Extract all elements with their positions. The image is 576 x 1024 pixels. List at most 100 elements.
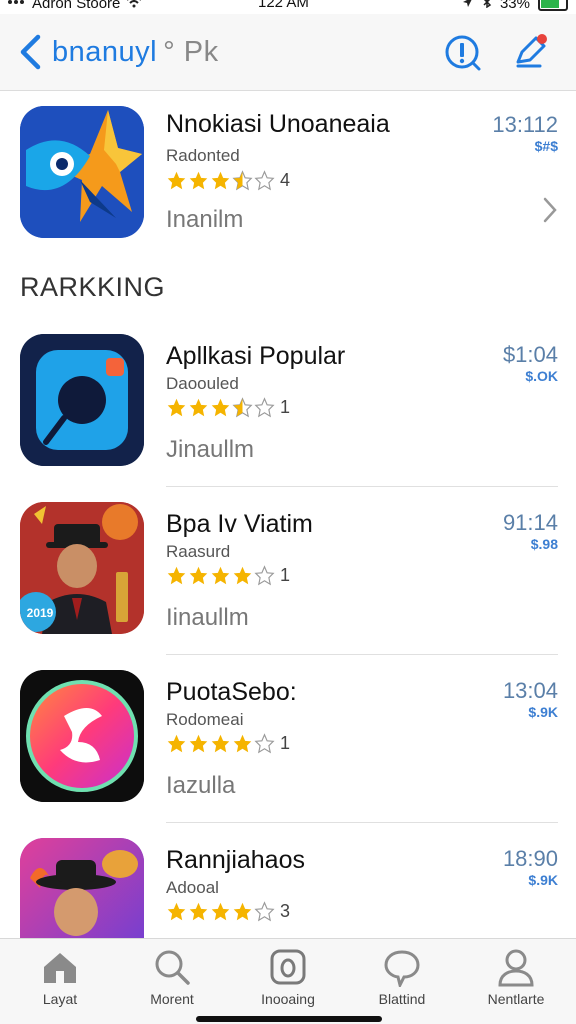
star-half-icon: [232, 396, 253, 417]
star-half-icon: [232, 169, 253, 190]
signal-icon: [8, 0, 26, 11]
featured-size: $#$: [534, 138, 558, 154]
back-chevron-icon[interactable]: [18, 34, 44, 70]
camera-icon: [270, 949, 306, 985]
row-divider: [166, 486, 558, 487]
list-item[interactable]: 2019 Bpa Iv Viatim Raasurd 1 Iinaullm 91…: [0, 498, 576, 666]
app-price: 13:04: [502, 678, 558, 703]
app-rating-count: 1: [280, 396, 291, 417]
star-full-icon: [233, 566, 252, 584]
star-full-icon: [211, 734, 230, 752]
icon-badge-year: 2019: [26, 606, 54, 620]
app-rating-stars: 3: [166, 899, 290, 923]
featured-app-row[interactable]: Nnokiasi Unoaneaia Radonted 4 Inanilm 13…: [0, 92, 576, 252]
app-icon-camera-pin[interactable]: [20, 334, 144, 466]
app-price: $1:04: [502, 342, 558, 367]
person-icon: [498, 949, 534, 987]
app-rating-count: 1: [280, 564, 291, 585]
app-subtitle: Adooal: [166, 878, 219, 897]
tab-label: Blattind: [378, 991, 426, 1007]
section-title: RARKKING: [20, 272, 166, 302]
row-divider: [166, 822, 558, 823]
star-full-icon: [167, 902, 186, 920]
tab-label: Layat: [42, 991, 78, 1007]
app-icon-man-portrait[interactable]: 2019: [20, 502, 144, 634]
star-full-icon: [167, 734, 186, 752]
carrier-label: Adron Stoore: [32, 0, 121, 12]
wifi-icon: [126, 0, 142, 11]
featured-app-name: Nnokiasi Unoaneaia: [166, 110, 390, 138]
tab-bar: Layat Morent Inooaing Blattind Nentlarte: [0, 938, 576, 1024]
tab-nentlarte[interactable]: Nentlarte: [466, 947, 566, 1019]
tab-label: Nentlarte: [487, 991, 545, 1007]
app-icon-star-bird[interactable]: [20, 106, 144, 238]
app-subtitle: Raasurd: [166, 542, 231, 561]
app-icon-gradient-circle[interactable]: [20, 670, 144, 802]
app-size: $.9K: [528, 704, 558, 720]
star-full-icon: [211, 171, 230, 189]
compose-icon[interactable]: [510, 32, 550, 72]
star-full-icon: [233, 902, 252, 920]
featured-install-button[interactable]: Inanilm: [166, 206, 243, 234]
list-item[interactable]: Apllkasi Popular Daoouled 1 Jinaullm $1:…: [0, 330, 576, 498]
row-divider: [166, 654, 558, 655]
tab-layat[interactable]: Layat: [10, 947, 110, 1019]
navigation-bar: bnanuyl ° Pk: [0, 14, 576, 91]
home-indicator[interactable]: [196, 1016, 382, 1022]
install-button[interactable]: Iazulla: [166, 772, 235, 800]
page-title: bnanuyl ° Pk: [52, 36, 219, 69]
search-icon: [155, 950, 190, 985]
app-name: Apllkasi Popular: [166, 342, 346, 370]
bluetooth-icon: [482, 0, 492, 11]
app-rating-count: 1: [280, 732, 291, 753]
star-empty-icon: [254, 169, 275, 190]
star-empty-icon: [254, 564, 275, 585]
app-subtitle: Daoouled: [166, 374, 239, 393]
star-empty-icon: [254, 732, 275, 753]
page-title-suffix: ° Pk: [163, 36, 219, 68]
chat-bubble-icon: [384, 950, 420, 987]
tab-label: Morent: [150, 991, 194, 1007]
star-full-icon: [167, 171, 186, 189]
app-price: 18:90: [502, 846, 558, 871]
app-price: 91:14: [502, 510, 558, 535]
page-title-text: bnanuyl: [52, 36, 158, 68]
chevron-right-icon[interactable]: [542, 196, 558, 224]
featured-rating-stars: 4: [166, 168, 290, 192]
featured-app-subtitle: Radonted: [166, 146, 240, 165]
list-item[interactable]: PuotaSebo: Rodomeai 1 Iazulla 13:04 $.9K: [0, 666, 576, 834]
app-size: $.OK: [525, 368, 558, 384]
tab-inooaing[interactable]: Inooaing: [238, 947, 338, 1019]
app-rating-count: 3: [280, 900, 291, 921]
tab-morent[interactable]: Morent: [122, 947, 222, 1019]
app-name: PuotaSebo:: [166, 678, 297, 706]
battery-percent: 33%: [499, 0, 530, 12]
star-full-icon: [189, 398, 208, 416]
app-name: Bpa Iv Viatim: [166, 510, 313, 538]
tab-label: Inooaing: [261, 991, 315, 1007]
app-name: Rannjiahaos: [166, 846, 305, 874]
battery-icon: [538, 0, 568, 11]
status-bar: Adron Stoore 122 AM 33%: [0, 0, 576, 14]
tab-blattind[interactable]: Blattind: [352, 947, 452, 1019]
app-store-screen: Adron Stoore 122 AM 33% bnanuyl ° Pk Nno…: [0, 0, 576, 1024]
install-button[interactable]: Iinaullm: [166, 604, 249, 632]
featured-price: 13:112: [492, 112, 558, 137]
star-full-icon: [211, 902, 230, 920]
star-full-icon: [189, 566, 208, 584]
home-icon: [44, 953, 76, 983]
star-empty-icon: [254, 396, 275, 417]
info-icon[interactable]: [442, 32, 482, 72]
star-full-icon: [211, 566, 230, 584]
status-time: 122 AM: [258, 0, 309, 11]
app-size: $.98: [530, 536, 558, 552]
star-full-icon: [189, 734, 208, 752]
app-rating-stars: 1: [166, 731, 290, 755]
install-button[interactable]: Jinaullm: [166, 436, 254, 464]
star-full-icon: [189, 902, 208, 920]
featured-rating-count: 4: [280, 169, 291, 190]
app-rating-stars: 1: [166, 563, 290, 587]
star-full-icon: [167, 566, 186, 584]
star-full-icon: [233, 734, 252, 752]
star-full-icon: [167, 398, 186, 416]
